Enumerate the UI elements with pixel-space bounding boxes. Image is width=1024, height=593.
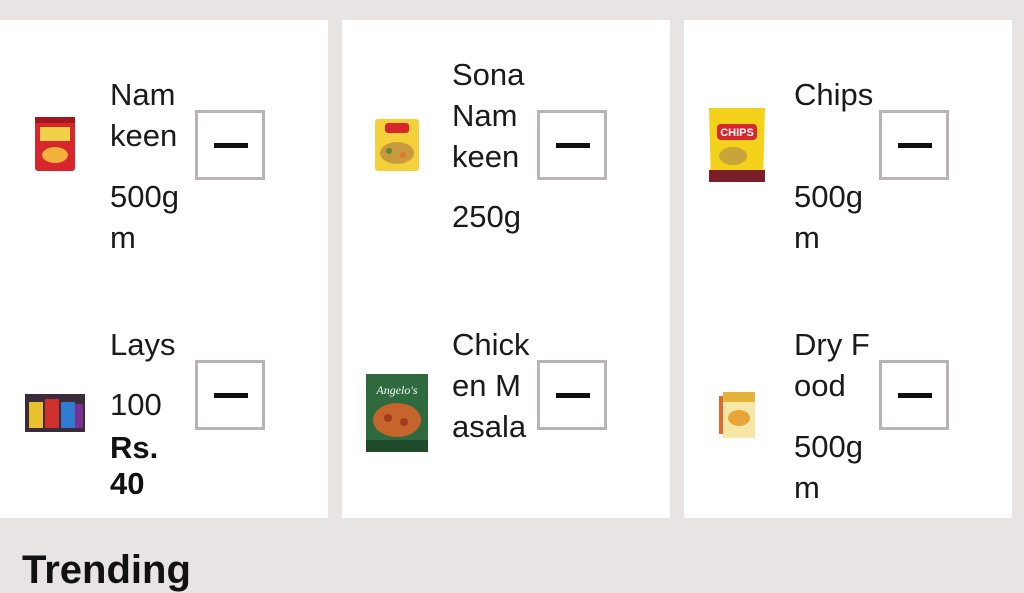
- product-item-chicken-masala[interactable]: Angelo's Chicken Masala: [342, 270, 670, 510]
- decrease-quantity-button[interactable]: [195, 360, 265, 430]
- lays-packs-image: [25, 394, 85, 432]
- decrease-quantity-button[interactable]: [195, 110, 265, 180]
- decrease-quantity-button[interactable]: [537, 110, 607, 180]
- product-price: Rs. 40: [110, 430, 159, 501]
- product-item-lays[interactable]: Lays 100 Rs. 40: [0, 270, 328, 510]
- sona-namkeen-pack-image: [375, 119, 419, 171]
- namkeen-pack-image: [35, 117, 75, 171]
- minus-icon: [214, 143, 248, 148]
- chicken-masala-box-image: Angelo's: [366, 374, 428, 452]
- product-name: Chips: [794, 77, 874, 112]
- product-card-column-2: Sona Namkeen 250g Angelo's Chicken Masal…: [342, 20, 670, 518]
- product-quantity: 250g: [452, 199, 521, 234]
- product-name: Dry Food: [794, 327, 870, 403]
- decrease-quantity-button[interactable]: [879, 360, 949, 430]
- decrease-quantity-button[interactable]: [537, 360, 607, 430]
- product-card-column-1: Namkeen 500gm Lays 100 Rs. 40: [0, 20, 328, 518]
- minus-icon: [898, 143, 932, 148]
- product-item-dry-food[interactable]: Dry Food 500gm: [684, 270, 1012, 510]
- minus-icon: [214, 393, 248, 398]
- product-quantity: 500gm: [794, 429, 863, 505]
- product-quantity: 100: [110, 387, 162, 422]
- chicken-masala-pack-text: Angelo's: [375, 383, 418, 397]
- product-quantity: 500gm: [794, 179, 863, 255]
- product-name: Sona Namkeen: [452, 57, 525, 174]
- product-name: Chicken Masala: [452, 327, 530, 444]
- product-item-namkeen[interactable]: Namkeen 500gm: [0, 20, 328, 260]
- product-name: Lays: [110, 327, 176, 362]
- minus-icon: [556, 393, 590, 398]
- product-card-column-3: CHIPS Chips 500gm Dry Food 500gm: [684, 20, 1012, 518]
- product-item-chips[interactable]: CHIPS Chips 500gm: [684, 20, 1012, 260]
- product-quantity: 500gm: [110, 179, 179, 255]
- minus-icon: [898, 393, 932, 398]
- product-name: Namkeen: [110, 77, 178, 153]
- chips-pack-image: CHIPS: [709, 108, 765, 182]
- chips-pack-text: CHIPS: [720, 127, 754, 139]
- decrease-quantity-button[interactable]: [879, 110, 949, 180]
- section-title: Trending: [22, 548, 191, 592]
- minus-icon: [556, 143, 590, 148]
- product-item-sona-namkeen[interactable]: Sona Namkeen 250g: [342, 20, 670, 260]
- dry-food-box-image: [719, 392, 755, 438]
